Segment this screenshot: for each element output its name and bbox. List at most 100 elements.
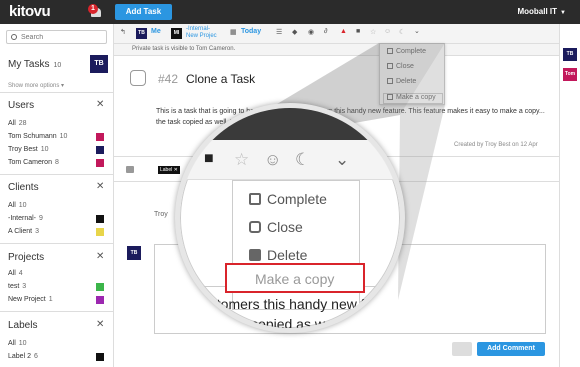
- sidebar-item-label-2[interactable]: Label 26: [8, 353, 38, 360]
- user-avatar: [96, 133, 104, 141]
- divider: [0, 174, 113, 175]
- projects-section-title: Projects: [8, 252, 45, 263]
- trash-icon: [249, 249, 261, 261]
- complete-checkbox[interactable]: [130, 70, 146, 86]
- users-section-title: Users: [8, 100, 35, 111]
- row-label: All: [8, 270, 16, 277]
- add-task-button[interactable]: Add Task: [115, 4, 172, 20]
- commenter-name: Troy: [154, 211, 168, 218]
- label-swatch: [96, 353, 104, 361]
- company-menu[interactable]: Mooball IT ▼: [517, 7, 566, 16]
- moon-icon[interactable]: ☾: [399, 28, 405, 36]
- sidebar-item-test[interactable]: test 3: [8, 283, 26, 290]
- row-count: 3: [22, 283, 27, 290]
- rail-avatar[interactable]: TB: [563, 48, 577, 61]
- task-number: #42: [158, 72, 179, 86]
- assignee-avatar[interactable]: TB: [136, 28, 147, 39]
- search-box[interactable]: [6, 30, 107, 44]
- sidebar-item-tom-cameron[interactable]: Tom Cameron 8: [8, 159, 59, 166]
- tag-icon[interactable]: ◆: [292, 28, 297, 36]
- project-name: New Projec: [186, 33, 217, 39]
- menu-item-make-copy[interactable]: Make a copy: [387, 94, 436, 101]
- chevron-down-icon[interactable]: ⌄: [414, 27, 420, 35]
- close-icon[interactable]: ✕: [96, 181, 104, 192]
- sidebar-item-clients-all[interactable]: All 10: [8, 202, 27, 209]
- menu-item-close[interactable]: Close: [387, 63, 414, 70]
- assignee-label[interactable]: Me: [151, 28, 161, 35]
- kitovu-logo[interactable]: kitovu: [9, 3, 51, 20]
- warning-icon[interactable]: ▲: [340, 28, 347, 35]
- sidebar-item-users-all[interactable]: All 28: [8, 120, 27, 127]
- menu-item-complete[interactable]: Complete: [387, 48, 426, 55]
- chevron-down-icon: ▼: [560, 10, 566, 16]
- lock-icon[interactable]: ■: [356, 28, 360, 35]
- menu-label: Close: [267, 219, 303, 235]
- sidebar-item-internal[interactable]: -Internal- 9: [8, 215, 43, 222]
- checklist-icon[interactable]: ☰: [276, 28, 282, 36]
- project-selector[interactable]: -Internal- New Projec: [186, 26, 217, 40]
- close-icon[interactable]: ✕: [96, 319, 104, 330]
- created-by: Created by Troy Best on 12 Apr: [454, 142, 538, 148]
- label-chip[interactable]: Label ✕: [158, 166, 180, 174]
- menu-item-complete[interactable]: Complete: [249, 191, 327, 207]
- due-date-today[interactable]: Today: [241, 28, 261, 35]
- calendar-icon[interactable]: ▦: [230, 28, 237, 36]
- close-icon[interactable]: ✕: [96, 99, 104, 110]
- sidebar-item-troy-best[interactable]: Troy Best 10: [8, 146, 49, 153]
- rail-avatar[interactable]: Tom: [563, 68, 577, 81]
- lock-icon: ■: [204, 150, 214, 167]
- menu-item-delete[interactable]: Delete: [387, 78, 416, 85]
- project-swatch: [96, 283, 104, 291]
- project-avatar[interactable]: MI: [171, 28, 182, 39]
- check-icon: [249, 193, 261, 205]
- my-tasks-link[interactable]: My Tasks 10: [8, 59, 61, 70]
- close-circle-icon: [387, 63, 393, 69]
- search-input[interactable]: [21, 32, 101, 42]
- row-label: Tom Schumann: [8, 133, 57, 140]
- sidebar-item-labels-all[interactable]: All 10: [8, 340, 27, 347]
- star-icon[interactable]: ☆: [370, 28, 376, 36]
- row-label: Troy Best: [8, 146, 38, 153]
- row-count: 10: [40, 146, 49, 153]
- row-label: -Internal-: [8, 215, 37, 222]
- sidebar-item-projects-all[interactable]: All 4: [8, 270, 23, 277]
- avatar[interactable]: TB: [90, 55, 108, 73]
- sidebar-item-new-project[interactable]: New Project 1: [8, 296, 53, 303]
- task-actions-dropdown: Complete Close Delete Make a copy: [379, 43, 445, 105]
- show-more-options-link[interactable]: Show more options ▾: [8, 82, 64, 89]
- row-label: All: [8, 120, 16, 127]
- sidebar-item-a-client[interactable]: A Client 3: [8, 228, 39, 235]
- smiley-icon[interactable]: ☺: [384, 28, 391, 35]
- attachment-icon[interactable]: ∂: [324, 28, 327, 35]
- chevron-down-icon: ⌄: [335, 150, 350, 169]
- row-label: test: [8, 283, 20, 290]
- company-name: Mooball IT: [517, 7, 558, 16]
- back-icon[interactable]: ↰: [120, 28, 126, 36]
- send-icon[interactable]: [452, 342, 472, 356]
- search-icon: [11, 34, 17, 40]
- eye-icon[interactable]: ◉: [308, 28, 314, 36]
- notification-bell-icon[interactable]: 1: [88, 4, 102, 19]
- row-label: All: [8, 340, 16, 347]
- client-swatch: [96, 215, 104, 223]
- menu-label: Make a copy: [396, 94, 436, 101]
- row-count: 1: [48, 296, 53, 303]
- close-icon[interactable]: ✕: [96, 251, 104, 262]
- row-label: New Project: [8, 296, 46, 303]
- menu-item-close[interactable]: Close: [249, 219, 303, 235]
- menu-label: Delete: [396, 78, 417, 85]
- client-swatch: [96, 228, 104, 236]
- task-title[interactable]: Clone a Task: [186, 72, 255, 86]
- menu-label: Close: [396, 63, 414, 70]
- row-count: 9: [39, 215, 43, 222]
- row-count: 6: [33, 353, 38, 360]
- menu-label: Delete: [267, 247, 308, 263]
- sidebar-item-tom-schumann[interactable]: Tom Schumann 10: [8, 133, 67, 140]
- add-comment-button[interactable]: Add Comment: [477, 342, 545, 356]
- close-circle-icon: [249, 221, 261, 233]
- zoom-toolbar: ■ ☆ ☺ ☾ ⌄: [180, 140, 400, 180]
- row-count: 10: [18, 340, 27, 347]
- notification-badge: 1: [88, 4, 98, 14]
- make-copy-highlight[interactable]: Make a copy: [225, 263, 365, 293]
- menu-item-delete[interactable]: Delete: [249, 247, 307, 263]
